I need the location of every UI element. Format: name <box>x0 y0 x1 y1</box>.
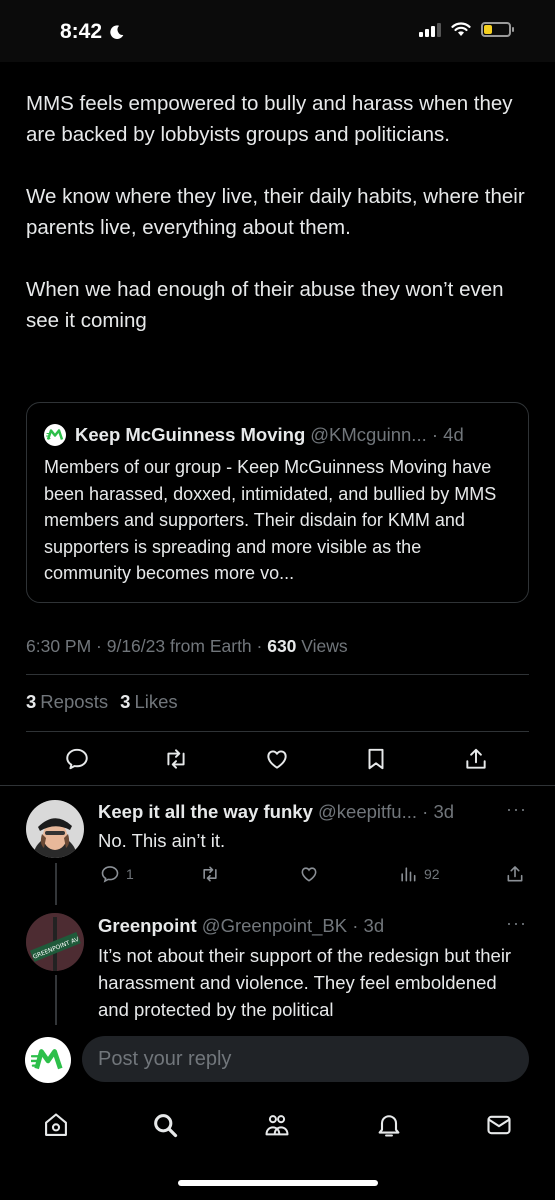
quoted-author-handle: @KMcguinn... · 4d <box>310 424 464 445</box>
quoted-author-avatar[interactable] <box>44 424 66 446</box>
wifi-icon <box>451 22 471 36</box>
divider <box>26 674 529 675</box>
quoted-post-text: Members of our group - Keep McGuinness M… <box>44 457 497 583</box>
post-timestamp: 6:30 PM · 9/16/23 from Earth · <box>26 636 268 656</box>
repost-button[interactable] <box>199 864 221 884</box>
clock-text: 8:42 <box>60 20 103 43</box>
messages-icon <box>487 1115 511 1135</box>
tab-search[interactable] <box>149 1109 181 1141</box>
reply-author-handle: @Greenpoint_BK · 3d <box>196 915 385 936</box>
like-button[interactable] <box>299 864 319 884</box>
notifications-icon <box>378 1115 400 1137</box>
more-options-button[interactable]: ··· <box>506 799 527 820</box>
reply-input[interactable] <box>82 1036 529 1082</box>
reply-icon <box>66 748 88 770</box>
status-time: 8:42 <box>60 20 125 44</box>
avatar[interactable]: GREENPOINT AV <box>26 913 84 971</box>
status-bar: 8:42 <box>0 0 555 62</box>
share-icon <box>507 866 523 882</box>
avatar-photo: GREENPOINT AV <box>26 913 84 971</box>
reply-header: Greenpoint @Greenpoint_BK · 3d <box>98 915 384 937</box>
moon-icon <box>110 24 124 39</box>
quoted-post-card[interactable]: Keep McGuinness Moving @KMcguinn... · 4d… <box>26 402 529 603</box>
repost-icon <box>203 866 217 882</box>
share-icon <box>466 748 486 769</box>
kmm-logo-icon <box>46 429 64 440</box>
engagement-stats: 3 Reposts 3 Likes <box>26 691 178 713</box>
status-indicators <box>419 22 514 37</box>
avatar[interactable] <box>26 800 84 858</box>
reply-text: No. This ain’t it. <box>98 830 226 851</box>
reply-icon <box>101 866 119 883</box>
share-button[interactable] <box>505 864 525 884</box>
reply-author-handle: @keepitfu... · 3d <box>312 801 455 822</box>
reply-action-bar: 1 92 <box>0 864 555 886</box>
analytics-icon <box>401 867 416 882</box>
tweet-paragraph: When we had enough of their abuse they w… <box>26 278 504 332</box>
more-options-button[interactable]: ··· <box>506 913 527 934</box>
quoted-post-header: Keep McGuinness Moving @KMcguinn... · 4d <box>44 421 512 449</box>
home-indicator[interactable] <box>178 1180 378 1186</box>
tweet-paragraph: We know where they live, their daily hab… <box>26 185 525 239</box>
thread-line <box>55 975 57 1025</box>
reply-count: 1 <box>126 866 134 882</box>
bookmark-icon <box>368 748 384 770</box>
tab-notifications[interactable] <box>373 1109 405 1141</box>
tab-messages[interactable] <box>483 1109 515 1141</box>
reply-item[interactable]: Keep it all the way funky @keepitfu... ·… <box>0 785 555 905</box>
like-button[interactable] <box>262 744 292 774</box>
reply-header: Keep it all the way funky @keepitfu... ·… <box>98 801 454 823</box>
kmm-logo-icon <box>31 1049 63 1070</box>
avatar-photo <box>26 800 84 858</box>
battery-level <box>484 25 493 34</box>
like-icon <box>301 867 317 882</box>
reply-button[interactable] <box>62 744 92 774</box>
reply-author-name[interactable]: Keep it all the way funky <box>98 801 313 822</box>
reply-item[interactable]: GREENPOINT AV Greenpoint @Greenpoint_BK … <box>0 905 555 1025</box>
divider <box>26 731 529 732</box>
views-count: 92 <box>424 866 440 882</box>
quoted-author-name[interactable]: Keep McGuinness Moving <box>75 424 305 446</box>
repost-button[interactable] <box>161 744 191 774</box>
search-icon <box>154 1114 178 1138</box>
repost-icon <box>167 749 185 769</box>
reply-text: It’s not about their support of the rede… <box>98 945 512 1020</box>
likes-stat[interactable]: 3 Likes <box>120 691 178 713</box>
like-icon <box>267 750 287 769</box>
reply-composer <box>0 1025 555 1097</box>
tweet-text: MMS feels empowered to bully and harass … <box>26 88 536 367</box>
current-user-avatar[interactable] <box>25 1037 71 1083</box>
reply-author-name[interactable]: Greenpoint <box>98 915 197 936</box>
post-meta: 6:30 PM · 9/16/23 from Earth · 630 Views <box>26 636 348 657</box>
tab-home[interactable] <box>40 1109 72 1141</box>
cellular-signal-icon <box>419 22 441 37</box>
bottom-tab-bar <box>0 1097 555 1200</box>
battery-icon <box>481 22 514 37</box>
views-count[interactable]: 630 <box>267 636 296 656</box>
reposts-stat[interactable]: 3 Reposts <box>26 691 108 713</box>
communities-icon <box>265 1115 289 1136</box>
home-icon <box>45 1113 67 1136</box>
views-label: Views <box>296 636 348 656</box>
bookmark-button[interactable] <box>361 744 391 774</box>
reply-button[interactable]: 1 <box>100 864 134 884</box>
views-button[interactable]: 92 <box>398 864 440 884</box>
share-button[interactable] <box>461 744 491 774</box>
tab-communities[interactable] <box>261 1109 293 1141</box>
post-action-bar <box>0 744 555 776</box>
tweet-paragraph: MMS feels empowered to bully and harass … <box>26 92 513 146</box>
